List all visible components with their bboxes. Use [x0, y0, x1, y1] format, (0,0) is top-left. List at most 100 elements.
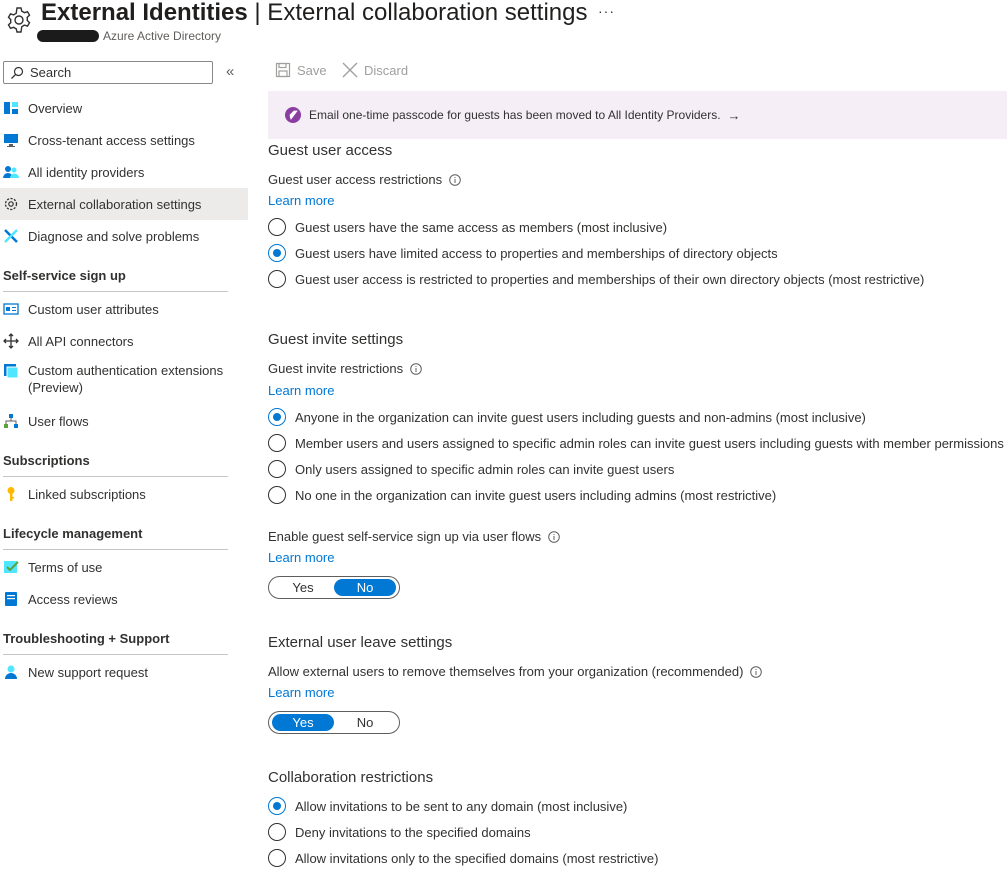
toggle-yes-selected[interactable]: Yes — [272, 714, 334, 731]
radio-circle[interactable] — [268, 849, 286, 867]
radio-label: Allow invitations only to the specified … — [295, 850, 659, 866]
gear-icon — [7, 7, 31, 33]
radio-circle-selected[interactable] — [268, 797, 286, 815]
search-input[interactable] — [30, 65, 200, 80]
monitor-icon — [3, 132, 19, 148]
sidebar-item-label: All identity providers — [28, 164, 145, 180]
radio-collab-1[interactable]: Deny invitations to the specified domain… — [268, 823, 531, 841]
guest-invite-label-text: Guest invite restrictions — [268, 361, 404, 376]
info-icon[interactable] — [750, 665, 763, 678]
sidebar-item-label: User flows — [28, 413, 89, 429]
section-heading-guest-access: Guest user access — [268, 142, 393, 159]
learn-more-link[interactable]: Learn more — [268, 550, 334, 565]
section-heading-collab: Collaboration restrictions — [268, 769, 434, 786]
sidebar-item-label: Terms of use — [28, 559, 103, 575]
radio-circle-selected[interactable] — [268, 408, 286, 426]
section-troubleshooting: Troubleshooting + Support — [3, 631, 228, 655]
radio-circle[interactable] — [268, 823, 286, 841]
sidebar-item-external-collaboration[interactable]: External collaboration settings — [0, 188, 248, 220]
sidebar-item-label: External collaboration settings — [28, 196, 202, 212]
collapse-sidebar-button[interactable]: « — [226, 63, 234, 80]
reviews-icon — [3, 591, 19, 607]
sidebar-item-label: New support request — [28, 664, 148, 680]
search-icon — [11, 66, 24, 79]
radio-guest-access-1[interactable]: Guest users have limited access to prope… — [268, 244, 778, 262]
radio-guest-access-0[interactable]: Guest users have the same access as memb… — [268, 218, 667, 236]
sidebar-item-new-support-request[interactable]: New support request — [0, 656, 248, 688]
self-service-toggle[interactable]: Yes No — [268, 576, 400, 599]
radio-guest-invite-1[interactable]: Member users and users assigned to speci… — [268, 434, 1004, 452]
learn-more-link[interactable]: Learn more — [268, 383, 334, 398]
section-subscriptions: Subscriptions — [3, 453, 228, 477]
toggle-no[interactable]: No — [334, 714, 396, 731]
overview-icon — [3, 100, 19, 116]
page-subtitle: Azure Active Directory — [103, 29, 222, 43]
radio-guest-invite-0[interactable]: Anyone in the organization can invite gu… — [268, 408, 866, 426]
section-self-service: Self-service sign up — [3, 268, 228, 292]
radio-guest-access-2[interactable]: Guest user access is restricted to prope… — [268, 270, 924, 288]
section-heading-guest-invite: Guest invite settings — [268, 331, 404, 348]
save-button[interactable]: Save — [275, 62, 327, 78]
attributes-icon — [3, 301, 19, 317]
self-service-label: Enable guest self-service sign up via us… — [268, 529, 560, 544]
users-icon — [3, 164, 19, 180]
radio-collab-2[interactable]: Allow invitations only to the specified … — [268, 849, 658, 867]
section-heading-leave: External user leave settings — [268, 634, 453, 651]
info-icon[interactable] — [410, 362, 422, 375]
radio-circle[interactable] — [268, 460, 286, 478]
wrench-icon — [3, 228, 19, 244]
info-banner[interactable]: Email one-time passcode for guests has b… — [268, 91, 1007, 139]
radio-guest-invite-2[interactable]: Only users assigned to specific admin ro… — [268, 460, 674, 478]
leave-toggle[interactable]: Yes No — [268, 711, 400, 734]
sidebar-item-label: Overview — [28, 100, 83, 116]
sidebar-item-access-reviews[interactable]: Access reviews — [0, 583, 248, 615]
radio-circle[interactable] — [268, 486, 286, 504]
learn-more-link[interactable]: Learn more — [268, 193, 334, 208]
flow-icon — [3, 413, 19, 429]
close-icon — [342, 62, 358, 78]
guest-invite-label: Guest invite restrictions — [268, 361, 422, 376]
toggle-yes[interactable]: Yes — [272, 579, 334, 596]
sidebar-item-user-flows[interactable]: User flows — [0, 405, 248, 437]
leave-label: Allow external users to remove themselve… — [268, 664, 763, 679]
section-lifecycle: Lifecycle management — [3, 526, 228, 550]
info-icon[interactable] — [548, 530, 560, 543]
sidebar-item-custom-attributes[interactable]: Custom user attributes — [0, 293, 248, 325]
sidebar-item-diagnose[interactable]: Diagnose and solve problems — [0, 220, 248, 252]
more-options-button[interactable]: ··· — [598, 3, 615, 19]
sidebar-item-api-connectors[interactable]: All API connectors — [0, 325, 248, 357]
radio-label: Deny invitations to the specified domain… — [295, 824, 531, 840]
connector-icon — [3, 333, 19, 349]
rocket-icon — [285, 107, 301, 123]
sidebar-item-label: All API connectors — [28, 333, 134, 349]
info-icon[interactable] — [449, 173, 461, 186]
sidebar-item-label: Linked subscriptions — [28, 486, 146, 502]
save-icon — [275, 62, 291, 78]
redacted-tenant-name — [37, 30, 99, 42]
arrow-right-icon[interactable]: → — [728, 108, 741, 123]
radio-circle-selected[interactable] — [268, 244, 286, 262]
sidebar-item-overview[interactable]: Overview — [0, 92, 248, 124]
search-box[interactable] — [3, 61, 213, 84]
sidebar-item-linked-subscriptions[interactable]: Linked subscriptions — [0, 478, 248, 510]
support-icon — [3, 664, 19, 680]
radio-circle[interactable] — [268, 434, 286, 452]
toggle-no-selected[interactable]: No — [334, 579, 396, 596]
radio-label: Guest users have the same access as memb… — [295, 219, 668, 235]
learn-more-link[interactable]: Learn more — [268, 685, 334, 700]
radio-collab-0[interactable]: Allow invitations to be sent to any doma… — [268, 797, 627, 815]
self-service-label-text: Enable guest self-service sign up via us… — [268, 529, 542, 544]
radio-label: Only users assigned to specific admin ro… — [295, 461, 675, 477]
sidebar-item-label: Cross-tenant access settings — [28, 132, 195, 148]
sidebar-item-identity-providers[interactable]: All identity providers — [0, 156, 248, 188]
sidebar-item-auth-extensions[interactable]: Custom authentication extensions (Preview… — [0, 358, 248, 398]
sidebar-item-label: Custom authentication extensions (Preview… — [28, 363, 224, 395]
page-title: External Identities | External collabora… — [41, 0, 588, 26]
banner-text: Email one-time passcode for guests has b… — [309, 108, 721, 122]
discard-button[interactable]: Discard — [342, 62, 408, 78]
radio-circle[interactable] — [268, 218, 286, 236]
radio-circle[interactable] — [268, 270, 286, 288]
sidebar-item-cross-tenant[interactable]: Cross-tenant access settings — [0, 124, 248, 156]
radio-guest-invite-3[interactable]: No one in the organization can invite gu… — [268, 486, 776, 504]
sidebar-item-terms-of-use[interactable]: Terms of use — [0, 551, 248, 583]
